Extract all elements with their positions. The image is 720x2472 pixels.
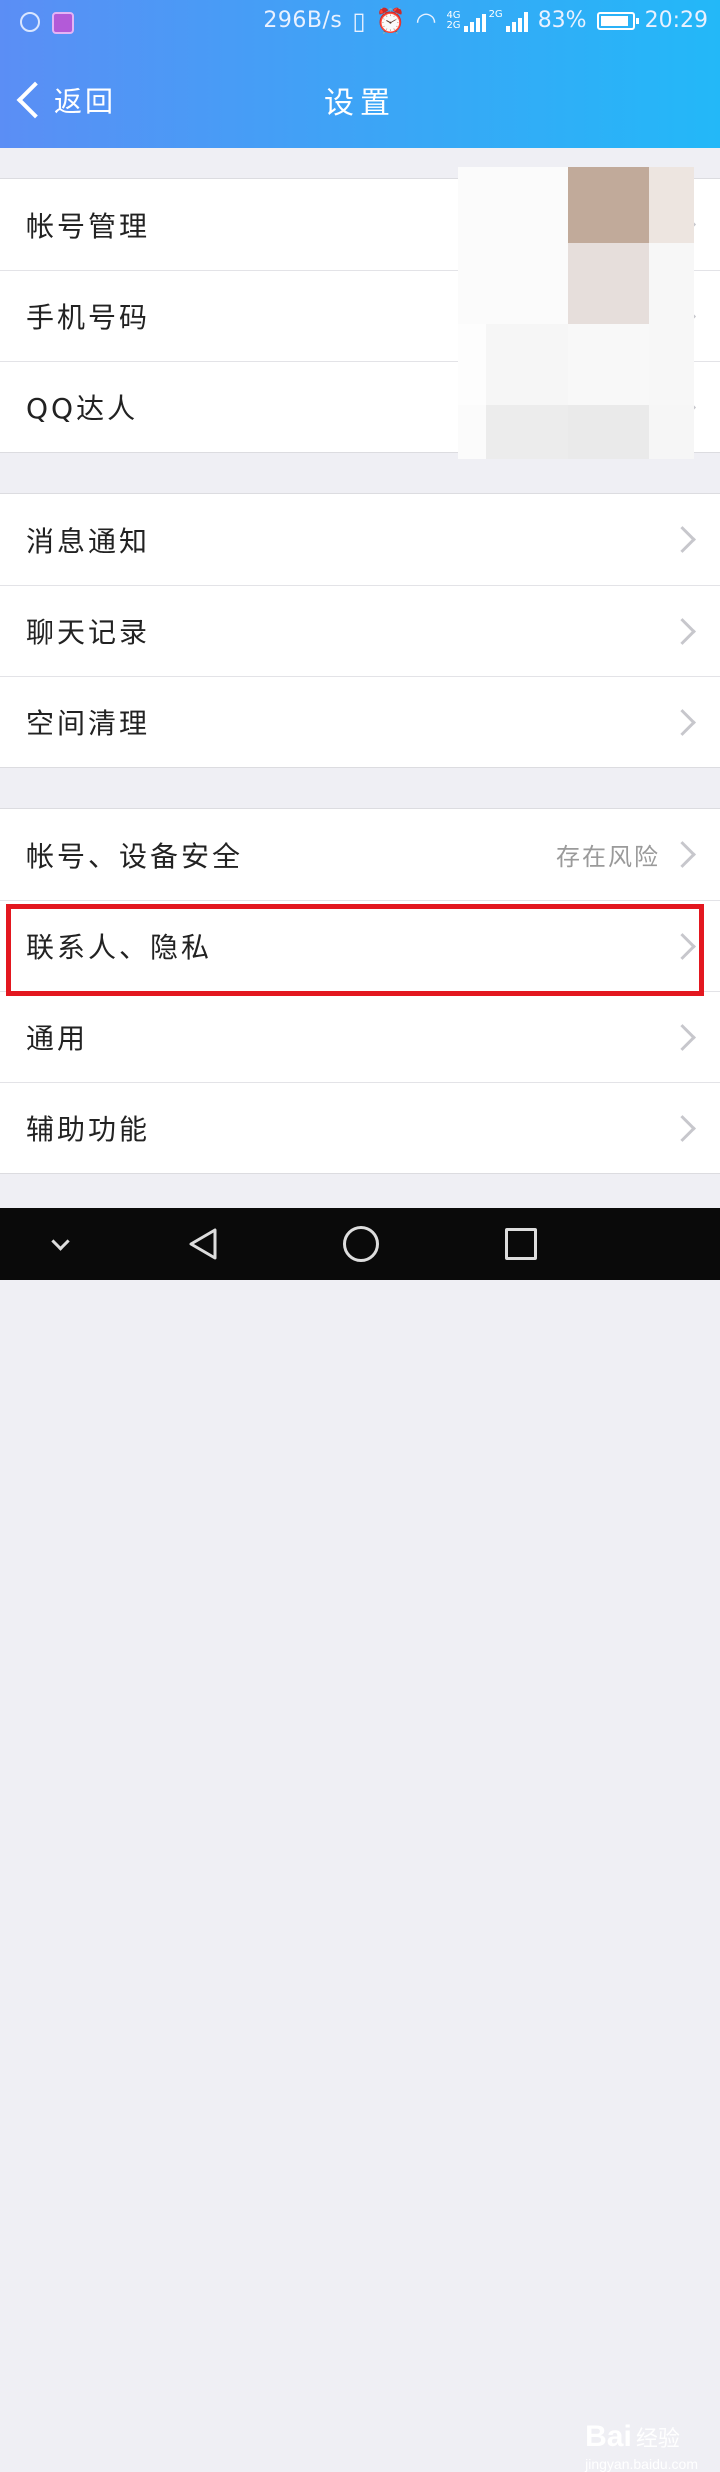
settings-item-label: 消息通知 <box>26 524 151 558</box>
nav-recent-button[interactable] <box>496 1208 546 1280</box>
page-title: 设置 <box>324 86 396 121</box>
net-speed: 296B/s <box>263 8 343 33</box>
vibrate-icon: ▯ <box>352 6 366 35</box>
settings-item-label: QQ达人 <box>26 392 139 425</box>
chevron-right-icon <box>669 708 696 736</box>
watermark: Bai 经验 jingyan.baidu.com <box>585 2420 698 2472</box>
app-icon <box>20 12 40 32</box>
settings-item-label: 空间清理 <box>26 707 151 740</box>
battery-percent: 83% <box>537 8 587 33</box>
chevron-right-icon <box>669 841 696 868</box>
watermark-url: jingyan.baidu.com <box>585 2456 698 2472</box>
square-recent-icon <box>505 1228 537 1260</box>
settings-item-label: 帐号、设备安全 <box>26 839 244 873</box>
watermark-brand: Bai <box>585 2420 632 2453</box>
chevron-right-icon <box>669 1023 696 1051</box>
status-right: 296B/s ▯ ⏰ ◠ 4G 2G 2G 83% 20:29 <box>263 8 708 33</box>
chevron-right-icon <box>669 932 696 960</box>
wifi-icon: ◠ <box>415 6 437 35</box>
settings-item-contacts-privacy[interactable]: 联系人、隐私 <box>0 900 720 991</box>
settings-item-general[interactable]: 通用 <box>0 991 720 1082</box>
pixelated-avatar <box>458 167 694 459</box>
settings-item-label: 辅助功能 <box>26 1113 151 1146</box>
watermark-brand-cn: 经验 <box>635 2426 680 2451</box>
status-text: 存在风险 <box>556 843 660 871</box>
battery-icon <box>596 11 639 30</box>
settings-item-space-cleanup[interactable]: 空间清理 <box>0 676 720 767</box>
status-bar: 296B/s ▯ ⏰ ◠ 4G 2G 2G 83% 20:29 <box>0 0 720 50</box>
status-left-icons <box>20 12 74 34</box>
gallery-icon <box>52 12 74 34</box>
settings-item-label: 聊天记录 <box>26 616 151 649</box>
settings-item-label: 帐号管理 <box>26 209 151 243</box>
clock: 20:29 <box>644 8 708 33</box>
chevron-right-icon <box>669 617 696 645</box>
settings-item-label: 手机号码 <box>26 301 151 334</box>
system-nav-bar: Bai 经验 jingyan.baidu.com <box>0 1208 720 2472</box>
settings-group-messages: 消息通知 聊天记录 空间清理 <box>0 493 720 768</box>
nav-home-button[interactable] <box>336 1208 386 1280</box>
signal-icon: 4G 2G 2G <box>446 9 528 32</box>
app-header: 296B/s ▯ ⏰ ◠ 4G 2G 2G 83% 20:29 返回 设置 <box>0 0 720 148</box>
settings-item-device-security[interactable]: 帐号、设备安全 存在风险 <box>0 809 720 900</box>
settings-group-security: 帐号、设备安全 存在风险 联系人、隐私 通用 辅助功能 <box>0 808 720 1174</box>
settings-item-accessibility[interactable]: 辅助功能 <box>0 1082 720 1173</box>
chevron-right-icon <box>669 526 696 553</box>
settings-item-label: 通用 <box>26 1022 89 1055</box>
nav-back-button[interactable] <box>178 1208 228 1280</box>
settings-item-notifications[interactable]: 消息通知 <box>0 494 720 585</box>
chevron-down-icon <box>50 1231 70 1251</box>
alarm-icon: ⏰ <box>375 6 406 35</box>
chevron-right-icon <box>669 1114 696 1142</box>
circle-home-icon <box>343 1226 379 1262</box>
settings-item-label: 联系人、隐私 <box>26 931 213 964</box>
triangle-back-icon <box>189 1228 217 1260</box>
nav-collapse-button[interactable] <box>40 1208 80 1280</box>
settings-item-chat-history[interactable]: 聊天记录 <box>0 585 720 676</box>
